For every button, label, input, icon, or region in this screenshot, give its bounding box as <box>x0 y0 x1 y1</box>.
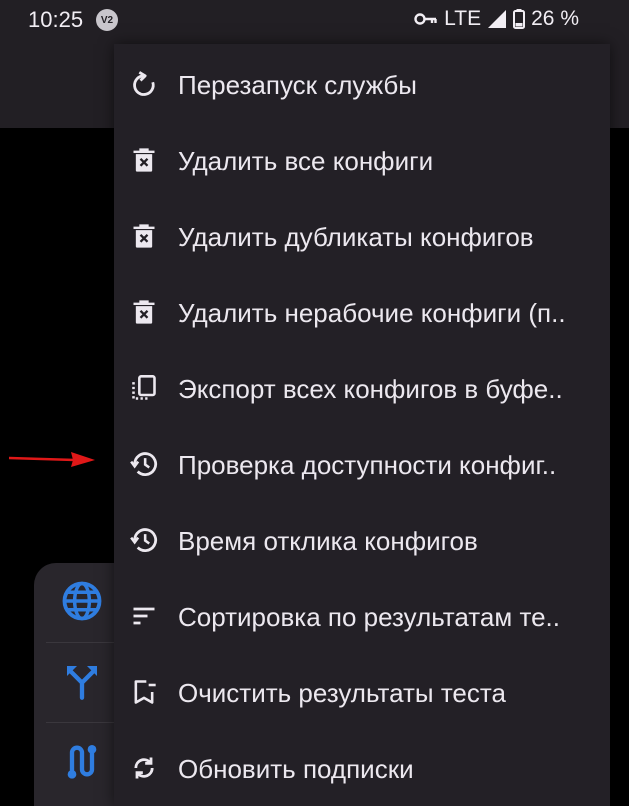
sync-icon <box>130 754 158 782</box>
red-arrow-annotation <box>9 452 95 467</box>
menu-item-availability-check[interactable]: Проверка доступности конфиг.. <box>114 424 610 500</box>
split-routing-icon <box>62 661 102 706</box>
menu-item-label: Удалить дубликаты конфигов <box>178 222 534 252</box>
trash-icon <box>130 298 158 326</box>
trash-icon <box>130 222 158 250</box>
menu-item-delete-duplicates[interactable]: Удалить дубликаты конфигов <box>114 196 610 272</box>
status-time: 10:25 <box>28 7 84 32</box>
vpn-key-icon <box>414 12 438 26</box>
route-icon <box>62 741 102 786</box>
menu-item-delete-all[interactable]: Удалить все конфиги <box>114 120 610 196</box>
menu-item-response-time[interactable]: Время отклика конфигов <box>114 500 610 576</box>
battery-icon <box>513 9 526 29</box>
menu-item-label: Перезапуск службы <box>178 70 417 100</box>
menu-item-label: Удалить все конфиги <box>178 146 434 176</box>
menu-item-delete-invalid[interactable]: Удалить нерабочие конфиги (п.. <box>114 272 610 348</box>
copy-icon <box>130 374 158 402</box>
battery-level: 26 % <box>531 7 579 30</box>
sort-icon <box>130 602 158 630</box>
menu-item-label: Очистить результаты теста <box>178 678 506 708</box>
network-type: LTE <box>444 7 482 30</box>
menu-item-label: Проверка доступности конфиг.. <box>178 450 557 480</box>
menu-item-label: Удалить нерабочие конфиги (п.. <box>178 298 566 328</box>
menu-item-restart-service[interactable]: Перезапуск службы <box>114 44 610 120</box>
bookmark-remove-icon <box>130 678 158 706</box>
globe-icon <box>61 580 103 627</box>
menu-item-label: Сортировка по результатам те.. <box>178 602 560 632</box>
menu-item-label: Время отклика конфигов <box>178 526 478 556</box>
menu-item-label: Обновить подписки <box>178 754 414 784</box>
menu-item-sort-results[interactable]: Сортировка по результатам те.. <box>114 576 610 652</box>
screen: 10:25 V2 LTE 26 % Перезапуск службы Удал… <box>0 0 629 806</box>
status-indicators: LTE 26 % <box>414 7 579 31</box>
status-bar: 10:25 V2 LTE 26 % <box>0 0 629 40</box>
menu-item-update-subscriptions[interactable]: Обновить подписки <box>114 728 610 804</box>
menu-item-clear-results[interactable]: Очистить результаты теста <box>114 652 610 728</box>
restart-icon <box>130 70 158 98</box>
history-icon <box>130 450 158 478</box>
menu-item-export-clipboard[interactable]: Экспорт всех конфигов в буфе.. <box>114 348 610 424</box>
history-icon <box>130 526 158 554</box>
overflow-menu: Перезапуск службы Удалить все конфиги Уд… <box>114 44 610 806</box>
trash-icon <box>130 146 158 174</box>
signal-icon <box>487 9 507 29</box>
app-badge: V2 <box>96 9 118 31</box>
menu-item-label: Экспорт всех конфигов в буфе.. <box>178 374 563 404</box>
